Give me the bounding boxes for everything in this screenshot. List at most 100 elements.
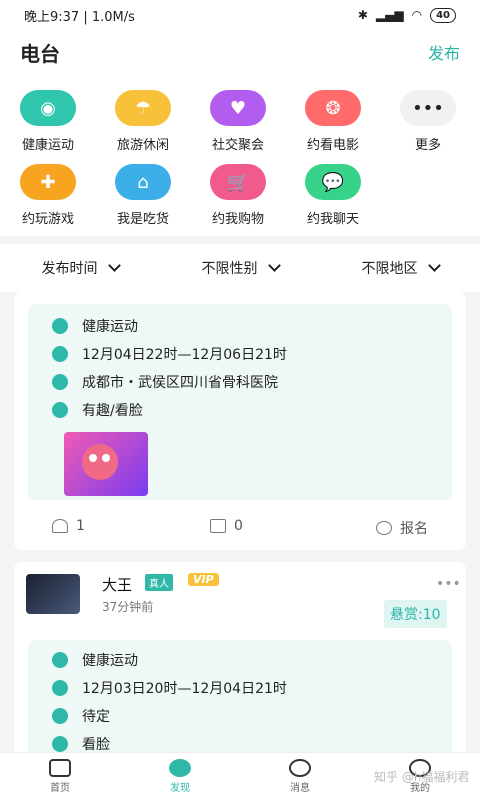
comment-button[interactable]: 0 xyxy=(210,518,243,534)
category-label: 社交聚会 xyxy=(211,138,264,153)
category-label: 约玩游戏 xyxy=(21,212,74,227)
post-category-row: 健康运动 xyxy=(52,650,138,670)
heart-icon xyxy=(52,402,68,418)
category-label: 约看电影 xyxy=(306,138,359,153)
chevron-down-icon xyxy=(427,259,441,272)
category-foodie[interactable]: ⌂ 我是吃货 xyxy=(98,164,188,227)
page-header: 电台 发布 xyxy=(0,30,480,74)
filter-bar: 发布时间 不限性别 不限地区 xyxy=(0,244,480,292)
tab-home[interactable]: 首页 xyxy=(0,759,120,794)
status-bar: 晚上9:37 | 1.0M/s ✱ ▂▄▆ ◠ 40 xyxy=(0,0,480,30)
eye-graphic xyxy=(89,454,97,462)
category-health-sport[interactable]: ◉ 健康运动 xyxy=(3,90,93,153)
location-pin-icon xyxy=(52,374,68,390)
post-tags: 看脸 xyxy=(82,737,110,753)
post-actions: 1 0 报名 xyxy=(14,518,466,546)
comment-icon xyxy=(210,519,226,533)
vip-badge: VIP xyxy=(188,573,219,586)
cart-icon: 🛒 xyxy=(210,164,266,200)
category-label: 约我聊天 xyxy=(306,212,359,227)
like-button[interactable]: 1 xyxy=(52,518,85,534)
bluetooth-icon: ✱ xyxy=(357,8,368,22)
category-games[interactable]: ✚ 约玩游戏 xyxy=(3,164,93,227)
post-datetime-row: 12月04日22时—12月06日21时 xyxy=(52,344,287,364)
umbrella-icon: ☂ xyxy=(115,90,171,126)
post-card[interactable]: 大王 真人 VIP 37分钟前 ••• 悬赏:10 健康运动 12月03日20时… xyxy=(14,562,466,762)
filter-region[interactable]: 不限地区 xyxy=(362,258,441,278)
verified-badge: 真人 xyxy=(145,574,173,591)
category-label: 旅游休闲 xyxy=(116,138,169,153)
chat-bubble-icon: 💬 xyxy=(305,164,361,200)
more-options-icon[interactable]: ••• xyxy=(436,576,461,592)
tab-discover[interactable]: 发现 xyxy=(120,759,240,794)
wifi-icon: ◠ xyxy=(411,8,423,22)
signup-label: 报名 xyxy=(400,521,428,537)
post-location: 成都市・武侯区四川省骨科医院 xyxy=(82,375,278,391)
tab-label: 首页 xyxy=(50,783,70,794)
category-grid: ◉ 健康运动 ☂ 旅游休闲 ♥ 社交聚会 ❂ 约看电影 ••• 更多 ✚ 约玩游… xyxy=(0,74,480,236)
post-details: 健康运动 12月03日20时—12月04日21时 待定 看脸 xyxy=(28,640,452,762)
post-details: 健康运动 12月04日22时—12月06日21时 成都市・武侯区四川省骨科医院 … xyxy=(28,304,452,500)
thumbs-up-icon xyxy=(52,519,68,533)
category-more[interactable]: ••• 更多 xyxy=(383,90,473,153)
signup-button[interactable]: 报名 xyxy=(376,518,428,538)
gamepad-icon: ✚ xyxy=(20,164,76,200)
tab-label: 发现 xyxy=(170,783,190,794)
signup-icon xyxy=(376,521,392,535)
post-tags: 有趣/看脸 xyxy=(82,403,143,419)
post-datetime-row: 12月03日20时—12月04日21时 xyxy=(52,678,287,698)
planet-icon xyxy=(169,759,191,777)
post-datetime: 12月03日20时—12月04日21时 xyxy=(82,681,287,697)
clock-icon xyxy=(52,680,68,696)
category-label: 更多 xyxy=(414,138,441,153)
tab-messages[interactable]: 消息 xyxy=(240,759,360,794)
category-travel[interactable]: ☂ 旅游休闲 xyxy=(98,90,188,153)
category-label: 约我购物 xyxy=(211,212,264,227)
post-time: 37分钟前 xyxy=(102,600,154,614)
film-icon: ❂ xyxy=(305,90,361,126)
post-card[interactable]: 健康运动 12月04日22时—12月06日21时 成都市・武侯区四川省骨科医院 … xyxy=(14,292,466,550)
username[interactable]: 大王 xyxy=(102,574,132,595)
post-category: 健康运动 xyxy=(82,653,138,669)
watermark: 知乎 @h福福利君 xyxy=(374,770,470,784)
category-shopping[interactable]: 🛒 约我购物 xyxy=(193,164,283,227)
comment-count: 0 xyxy=(234,518,243,534)
publish-button[interactable]: 发布 xyxy=(428,40,460,64)
home-icon xyxy=(49,759,71,777)
category-movie[interactable]: ❂ 约看电影 xyxy=(288,90,378,153)
category-chat[interactable]: 💬 约我聊天 xyxy=(288,164,378,227)
post-location-row: 待定 xyxy=(52,706,110,726)
sport-icon: ◉ xyxy=(20,90,76,126)
signal-icon: ▂▄▆ xyxy=(375,8,404,22)
filter-label: 不限性别 xyxy=(201,261,258,277)
category-social[interactable]: ♥ 社交聚会 xyxy=(193,90,283,153)
post-datetime: 12月04日22时—12月06日21时 xyxy=(82,347,287,363)
flag-icon xyxy=(52,652,68,668)
clock-icon xyxy=(52,346,68,362)
heart-icon: ♥ xyxy=(210,90,266,126)
post-category-row: 健康运动 xyxy=(52,316,138,336)
location-pin-icon xyxy=(52,708,68,724)
heart-icon xyxy=(52,736,68,752)
page-title: 电台 xyxy=(20,41,60,66)
post-image[interactable] xyxy=(64,432,148,496)
status-time: 晚上9:37 | 1.0M/s xyxy=(24,9,135,25)
status-icons: ✱ ▂▄▆ ◠ 40 xyxy=(357,7,456,23)
filter-publish-time[interactable]: 发布时间 xyxy=(41,258,121,278)
filter-label: 发布时间 xyxy=(41,261,98,277)
tab-label: 消息 xyxy=(290,783,310,794)
post-location-row: 成都市・武侯区四川省骨科医院 xyxy=(52,372,278,392)
character-illustration xyxy=(82,444,118,480)
category-label: 我是吃货 xyxy=(116,212,169,227)
category-label: 健康运动 xyxy=(21,138,74,153)
like-count: 1 xyxy=(76,518,85,534)
more-dots-icon: ••• xyxy=(400,90,456,126)
food-icon: ⌂ xyxy=(115,164,171,200)
filter-gender[interactable]: 不限性别 xyxy=(201,258,281,278)
reward-badge: 悬赏:10 xyxy=(384,600,447,628)
chevron-down-icon xyxy=(267,259,281,272)
avatar[interactable] xyxy=(26,574,80,614)
chevron-down-icon xyxy=(107,259,121,272)
flag-icon xyxy=(52,318,68,334)
post-category: 健康运动 xyxy=(82,319,138,335)
